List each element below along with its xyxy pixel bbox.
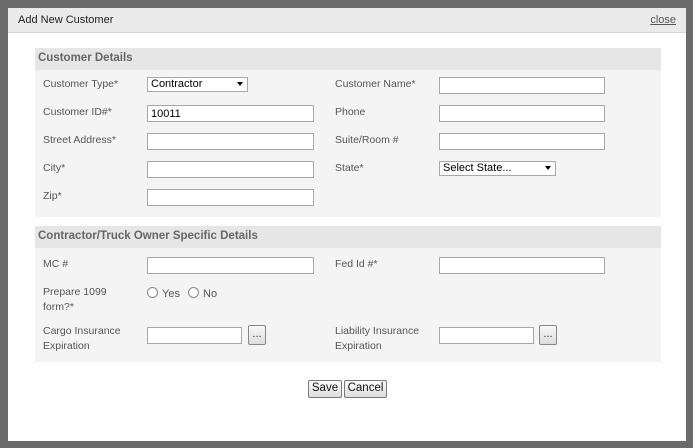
city-label: City* [43, 162, 66, 174]
prepare-1099-label-line1: Prepare 1099 [43, 286, 107, 298]
chevron-down-icon [545, 166, 551, 170]
prepare-1099-no-radio[interactable] [188, 287, 199, 298]
add-customer-dialog: Add New Customer close Customer Details … [0, 0, 693, 448]
dialog-title: Add New Customer [18, 14, 114, 26]
mc-label: MC # [43, 258, 69, 270]
section-header: Contractor/Truck Owner Specific Details [35, 226, 661, 248]
customer-type-label: Customer Type* [43, 78, 119, 90]
dialog-body: Add New Customer close Customer Details … [8, 8, 686, 441]
prepare-1099-yes-label: Yes [162, 288, 180, 300]
customer-id-label: Customer ID#* [43, 106, 112, 118]
cargo-insurance-date-picker-button[interactable]: ... [248, 325, 266, 345]
cargo-insurance-label-line1: Cargo Insurance [43, 325, 121, 337]
phone-input[interactable] [439, 105, 605, 122]
save-button[interactable]: Save [308, 380, 342, 398]
zip-input[interactable] [147, 189, 314, 206]
section-title: Contractor/Truck Owner Specific Details [38, 230, 258, 242]
state-select[interactable]: Select State... [439, 161, 556, 176]
liability-insurance-label-line2: Expiration [335, 340, 382, 352]
suite-room-input[interactable] [439, 133, 605, 150]
chevron-down-icon [237, 82, 243, 86]
prepare-1099-yes-radio[interactable] [147, 287, 158, 298]
customer-name-label: Customer Name* [335, 78, 416, 90]
fed-id-input[interactable] [439, 257, 605, 274]
customer-type-value: Contractor [151, 78, 203, 90]
liability-insurance-input[interactable] [439, 327, 534, 344]
phone-label: Phone [335, 106, 366, 118]
prepare-1099-label-line2: form?* [43, 301, 74, 313]
liability-insurance-label-line1: Liability Insurance [335, 325, 420, 337]
street-address-input[interactable] [147, 133, 314, 150]
close-link[interactable]: close [650, 14, 676, 26]
zip-label: Zip* [43, 190, 62, 202]
cancel-button[interactable]: Cancel [344, 380, 387, 398]
customer-name-input[interactable] [439, 77, 605, 94]
liability-insurance-date-picker-button[interactable]: ... [539, 325, 557, 345]
section-title: Customer Details [38, 52, 133, 64]
prepare-1099-no-label: No [203, 288, 218, 300]
cargo-insurance-label-line2: Expiration [43, 340, 90, 352]
street-address-label: Street Address* [43, 134, 116, 146]
state-label: State* [335, 162, 364, 174]
state-value: Select State... [443, 162, 512, 174]
mc-input[interactable] [147, 257, 314, 274]
dialog-titlebar: Add New Customer close [8, 8, 686, 33]
fed-id-label: Fed Id #* [335, 258, 378, 270]
cargo-insurance-input[interactable] [147, 327, 242, 344]
customer-id-input[interactable] [147, 105, 314, 122]
customer-type-select[interactable]: Contractor [147, 77, 248, 92]
city-input[interactable] [147, 161, 314, 178]
suite-room-label: Suite/Room # [335, 134, 399, 146]
section-header: Customer Details [35, 48, 661, 70]
